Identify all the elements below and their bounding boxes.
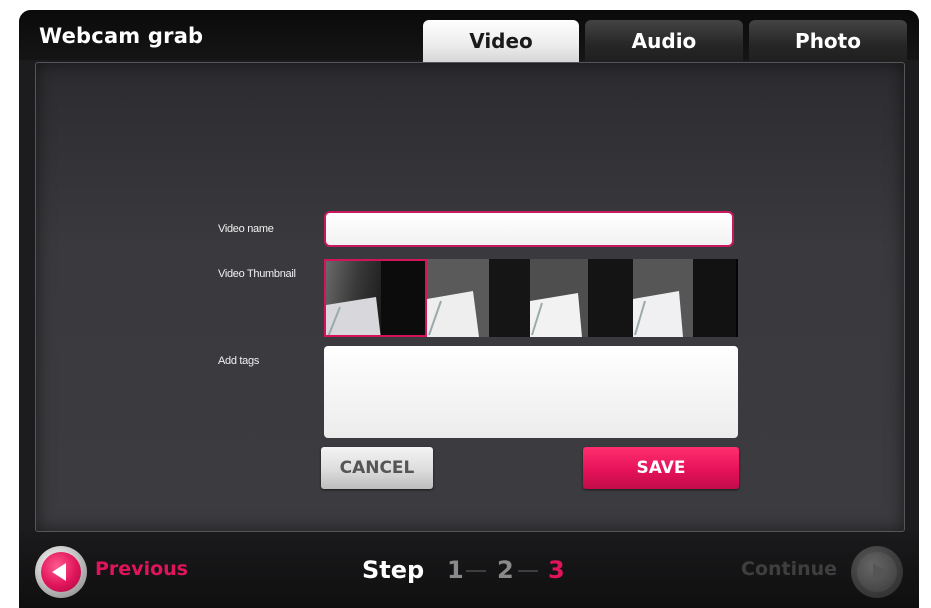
tab-audio[interactable]: Audio (585, 20, 743, 62)
step-1: 1 (447, 556, 464, 584)
cancel-button[interactable]: CANCEL (321, 447, 433, 489)
thumbnail-strip (324, 259, 738, 337)
thumbnail-image-4 (633, 259, 736, 337)
step-separator (466, 570, 486, 572)
video-name-label: Video name (218, 223, 274, 235)
right-arrow-icon (873, 563, 887, 581)
save-button[interactable]: SAVE (583, 447, 739, 489)
thumbnail-option-1[interactable] (324, 259, 427, 337)
thumbnail-option-3[interactable] (530, 259, 633, 337)
step-label: Step (362, 556, 425, 584)
app-title: Webcam grab (39, 24, 204, 48)
webcam-grab-window: Webcam grab Video Audio Photo Video name… (19, 10, 919, 608)
video-name-input[interactable] (324, 211, 734, 247)
thumbnail-option-2[interactable] (427, 259, 530, 337)
video-form-panel: Video name Video Thumbnail Add tags CANC… (35, 62, 905, 532)
continue-button[interactable] (851, 546, 903, 598)
thumbnail-image-3 (530, 259, 633, 337)
previous-button[interactable] (35, 546, 87, 598)
thumbnail-image-1 (326, 261, 425, 335)
tab-video[interactable]: Video (423, 20, 579, 62)
video-thumbnail-label: Video Thumbnail (218, 268, 296, 280)
right-arrow-circle-icon (857, 552, 897, 592)
previous-label[interactable]: Previous (95, 558, 188, 580)
thumbnail-image-2 (427, 259, 530, 337)
title-bar: Webcam grab Video Audio Photo (19, 10, 919, 62)
tags-input[interactable] (324, 346, 738, 438)
left-arrow-circle-icon (41, 552, 81, 592)
wizard-footer: Previous Step 1 2 3 Continue (19, 532, 919, 608)
continue-label[interactable]: Continue (741, 558, 837, 580)
tab-photo[interactable]: Photo (749, 20, 907, 62)
left-arrow-icon (52, 563, 66, 581)
step-2: 2 (497, 556, 514, 584)
add-tags-label: Add tags (218, 355, 260, 367)
step-separator (518, 570, 538, 572)
step-3-current: 3 (548, 556, 565, 584)
thumbnail-option-4[interactable] (633, 259, 736, 337)
